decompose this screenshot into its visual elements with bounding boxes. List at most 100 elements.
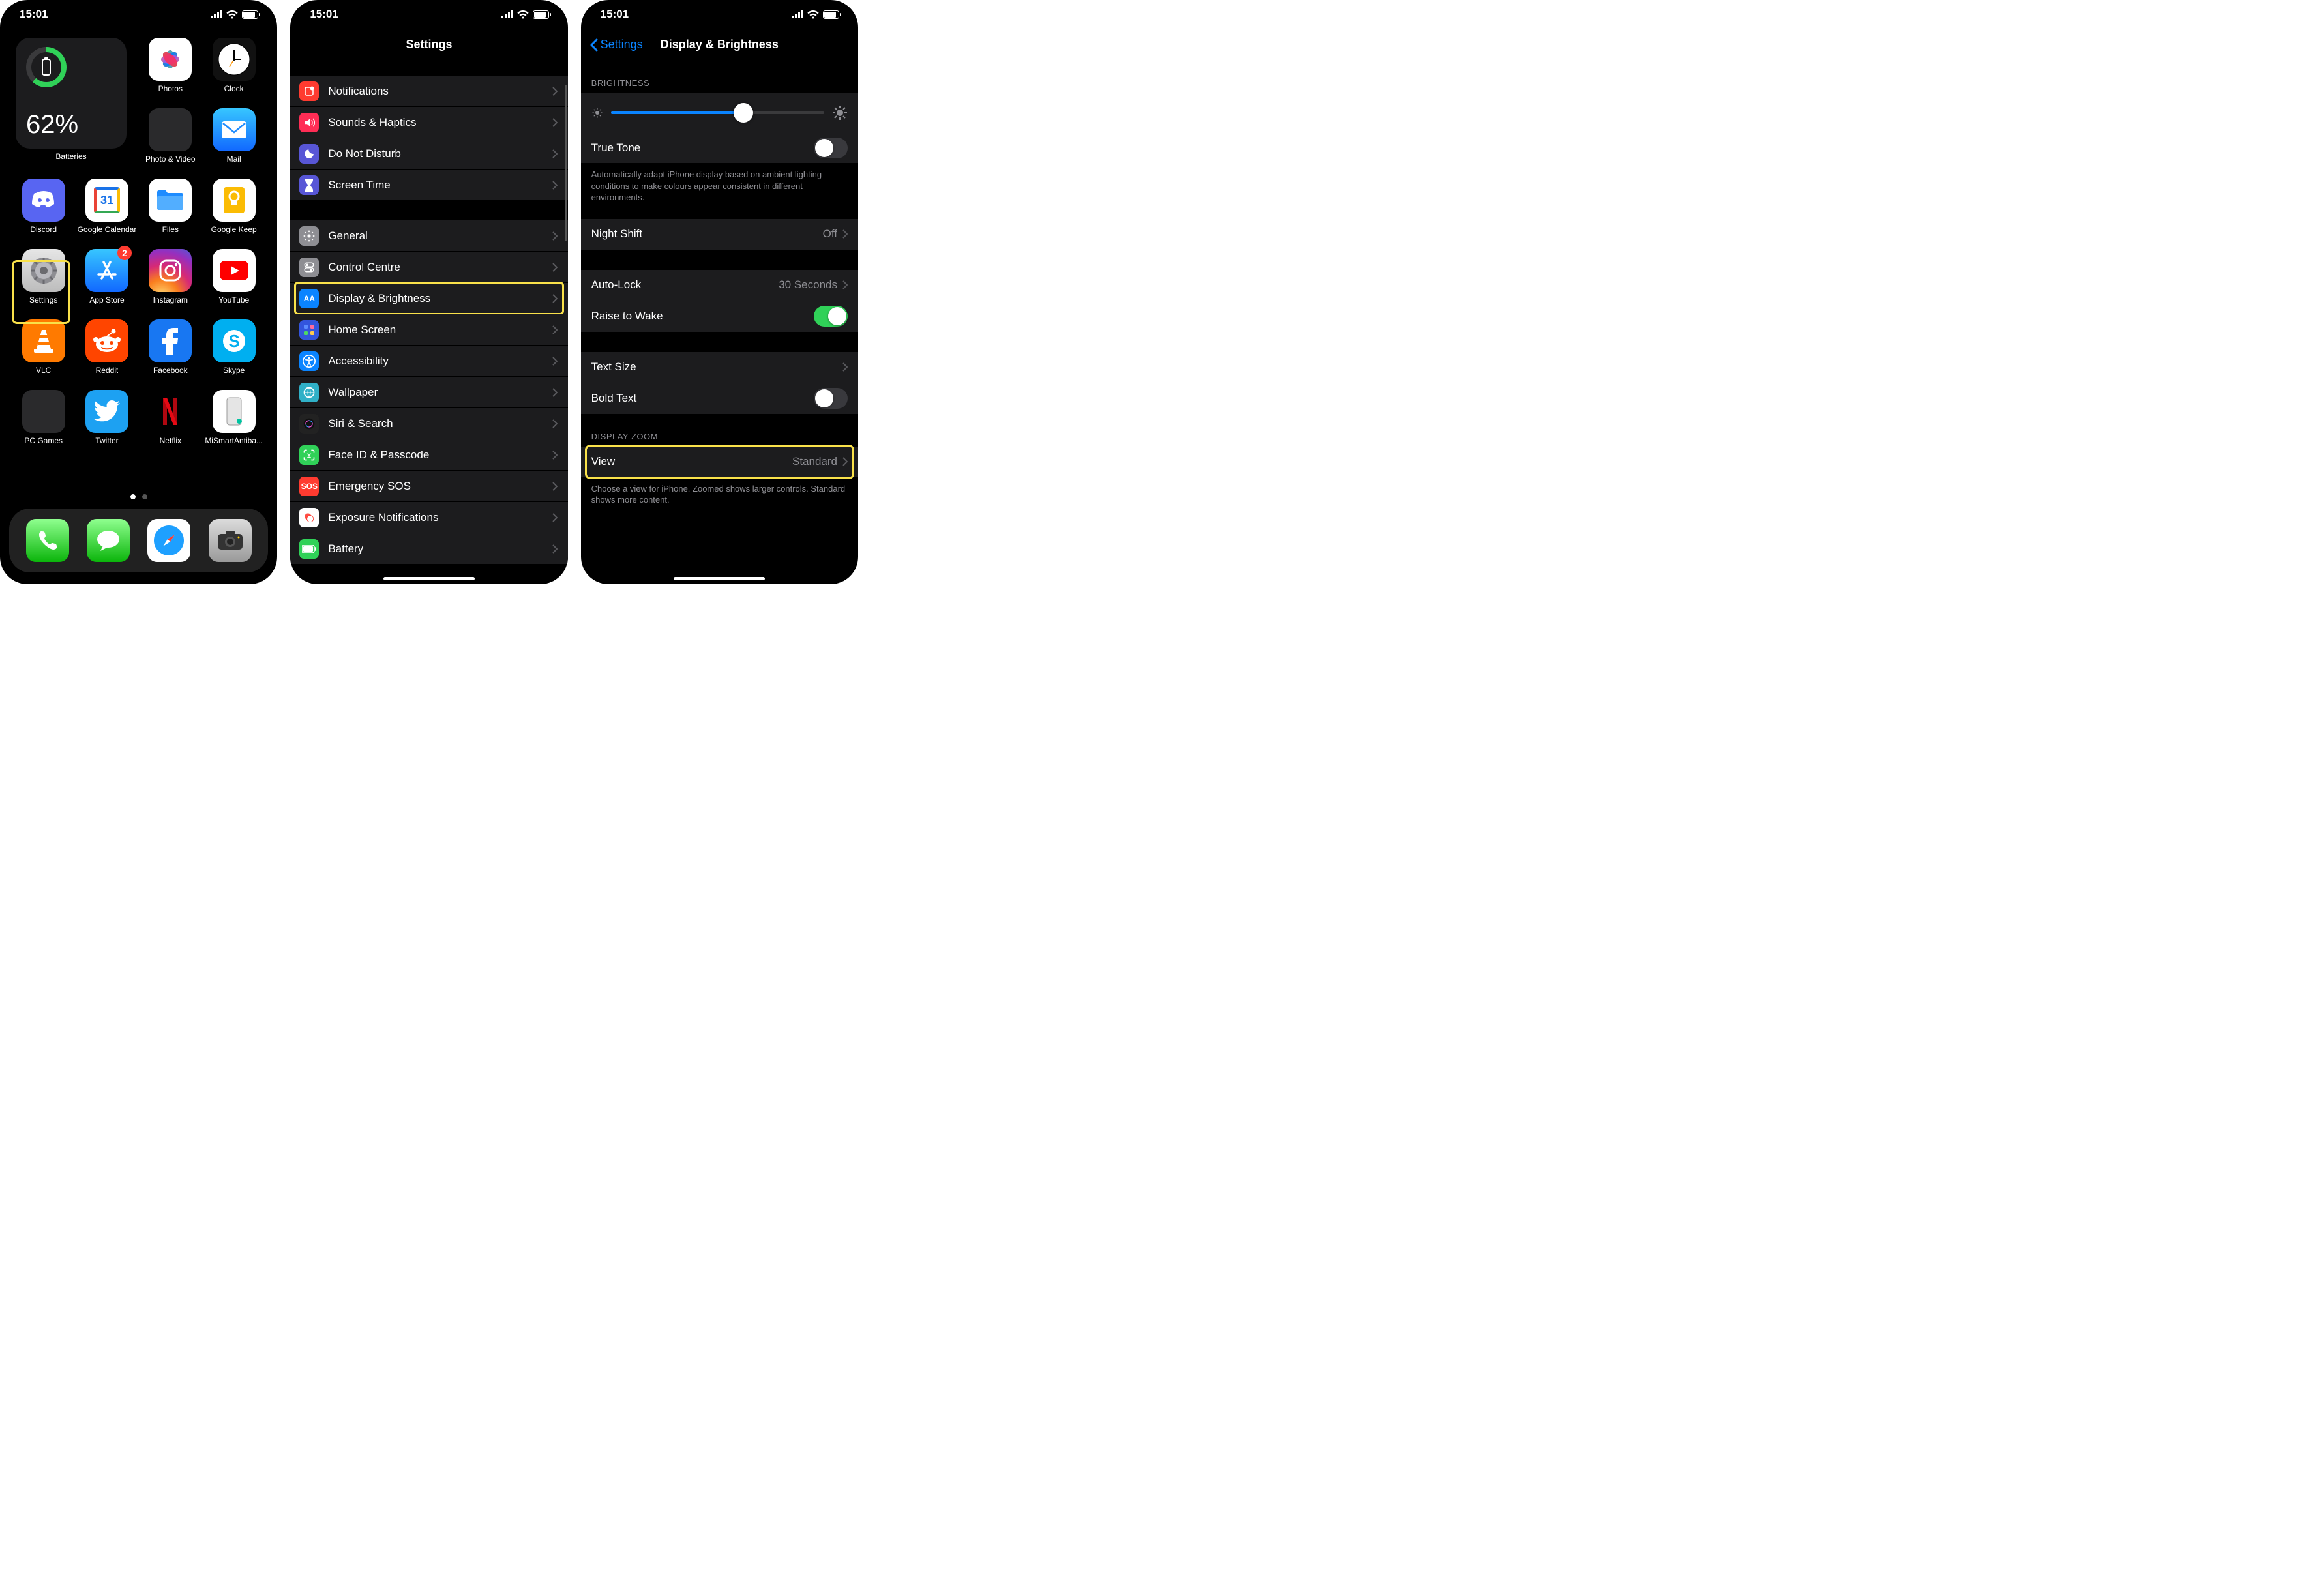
files-icon	[156, 188, 185, 212]
row-label: Home Screen	[328, 323, 396, 336]
settings-screen: 15:01 Settings Notifications Sounds & Hap…	[290, 0, 567, 584]
app-settings[interactable]: Settings	[15, 249, 72, 319]
settings-row-siri[interactable]: Siri & Search	[290, 408, 567, 439]
night-shift-row[interactable]: Night Shift Off	[581, 219, 858, 250]
row-label: General	[328, 229, 367, 243]
app-youtube[interactable]: YouTube	[205, 249, 263, 319]
page-title: Settings	[406, 38, 452, 52]
status-bar: 15:01	[0, 0, 277, 29]
app-mi-smart[interactable]: MiSmartAntiba...	[205, 390, 263, 460]
display-brightness-screen: 15:01 Settings Display & Brightness BRIG…	[581, 0, 858, 584]
settings-row-faceid[interactable]: Face ID & Passcode	[290, 439, 567, 471]
app-google-keep[interactable]: Google Keep	[205, 179, 263, 249]
app-store-badge: 2	[117, 246, 132, 260]
settings-row-home-screen[interactable]: Home Screen	[290, 314, 567, 346]
chevron-right-icon	[552, 419, 558, 428]
settings-row-notifications[interactable]: Notifications	[290, 76, 567, 107]
view-label: View	[591, 455, 616, 468]
app-mail[interactable]: Mail	[205, 108, 263, 179]
app-label: Facebook	[153, 366, 188, 375]
settings-row-wallpaper[interactable]: Wallpaper	[290, 377, 567, 408]
text-size-row[interactable]: Text Size	[581, 352, 858, 383]
status-bar: 15:01	[290, 0, 567, 29]
batteries-widget[interactable]: 62% Batteries	[16, 38, 127, 179]
chevron-right-icon	[552, 482, 558, 491]
app-netflix[interactable]: Netflix	[142, 390, 199, 460]
settings-row-control-centre[interactable]: Control Centre	[290, 252, 567, 283]
notifications-icon	[299, 81, 319, 101]
brightness-slider[interactable]	[611, 103, 824, 123]
folder-photo-video[interactable]: Photo & Video	[142, 108, 199, 179]
row-label: Face ID & Passcode	[328, 449, 429, 462]
chevron-left-icon	[590, 38, 598, 52]
app-clock[interactable]: Clock	[205, 38, 263, 108]
chevron-right-icon	[552, 513, 558, 522]
app-skype[interactable]: S Skype	[205, 319, 263, 390]
app-app-store[interactable]: 2 App Store	[78, 249, 136, 319]
row-label: Exposure Notifications	[328, 511, 438, 524]
app-label: Discord	[30, 225, 57, 234]
scrollbar[interactable]	[565, 85, 567, 241]
chevron-right-icon	[552, 87, 558, 96]
dock-safari[interactable]	[147, 519, 190, 562]
row-label: Siri & Search	[328, 417, 393, 430]
chevron-right-icon	[552, 325, 558, 334]
settings-row-accessibility[interactable]: Accessibility	[290, 346, 567, 377]
dock-phone[interactable]	[26, 519, 69, 562]
settings-row-sounds[interactable]: Sounds & Haptics	[290, 107, 567, 138]
bold-text-row[interactable]: Bold Text	[581, 383, 858, 415]
camera-icon	[216, 530, 244, 551]
app-vlc[interactable]: VLC	[15, 319, 72, 390]
phone-icon	[37, 529, 59, 552]
settings-row-general[interactable]: General	[290, 220, 567, 252]
settings-row-screen-time[interactable]: Screen Time	[290, 170, 567, 201]
true-tone-row[interactable]: True Tone	[581, 132, 858, 164]
nav-title: Settings	[290, 29, 567, 61]
dock-messages[interactable]	[87, 519, 130, 562]
text-size-label: Text Size	[591, 361, 636, 374]
row-label: Screen Time	[328, 179, 390, 192]
wifi-icon	[226, 10, 238, 19]
calendar-icon: 31	[94, 187, 120, 213]
bold-text-toggle[interactable]	[814, 388, 848, 409]
settings-row-dnd[interactable]: Do Not Disturb	[290, 138, 567, 170]
app-twitter[interactable]: Twitter	[78, 390, 136, 460]
chevron-right-icon	[842, 362, 848, 372]
row-label: Control Centre	[328, 261, 400, 274]
view-row[interactable]: View Standard	[581, 447, 858, 478]
chevron-right-icon	[552, 357, 558, 366]
folder-pc-games[interactable]: PC Games	[15, 390, 72, 460]
app-reddit[interactable]: Reddit	[78, 319, 136, 390]
app-facebook[interactable]: Facebook	[142, 319, 199, 390]
dock-camera[interactable]	[209, 519, 252, 562]
settings-list[interactable]: Notifications Sounds & Haptics Do Not Dist…	[290, 61, 567, 565]
display-zoom-header: DISPLAY ZOOM	[581, 415, 858, 447]
app-google-calendar[interactable]: 31 Google Calendar	[78, 179, 136, 249]
raise-to-wake-row[interactable]: Raise to Wake	[581, 301, 858, 333]
control-centre-icon	[299, 258, 319, 277]
settings-row-sos[interactable]: SOSEmergency SOS	[290, 471, 567, 502]
display-list[interactable]: BRIGHTNESS True Tone Automatically adapt…	[581, 61, 858, 510]
home-indicator[interactable]	[674, 577, 765, 580]
back-button[interactable]: Settings	[590, 29, 643, 61]
raise-to-wake-toggle[interactable]	[814, 306, 848, 327]
chevron-right-icon	[552, 388, 558, 397]
auto-lock-row[interactable]: Auto-Lock 30 Seconds	[581, 270, 858, 301]
folder-icon	[22, 390, 65, 433]
app-photos[interactable]: Photos	[142, 38, 199, 108]
accessibility-icon	[299, 351, 319, 371]
app-instagram[interactable]: Instagram	[142, 249, 199, 319]
settings-row-exposure[interactable]: Exposure Notifications	[290, 502, 567, 533]
page-title: Display & Brightness	[661, 38, 779, 52]
app-discord[interactable]: Discord	[15, 179, 72, 249]
settings-row-battery[interactable]: Battery	[290, 533, 567, 565]
true-tone-toggle[interactable]	[814, 138, 848, 158]
app-files[interactable]: Files	[142, 179, 199, 249]
row-label: Sounds & Haptics	[328, 116, 416, 129]
folder-label: PC Games	[24, 436, 63, 445]
app-label: Skype	[223, 366, 245, 375]
settings-row-display[interactable]: AADisplay & Brightness	[290, 283, 567, 314]
page-indicator[interactable]	[0, 494, 277, 499]
svg-text:S: S	[228, 331, 239, 351]
home-indicator[interactable]	[383, 577, 475, 580]
